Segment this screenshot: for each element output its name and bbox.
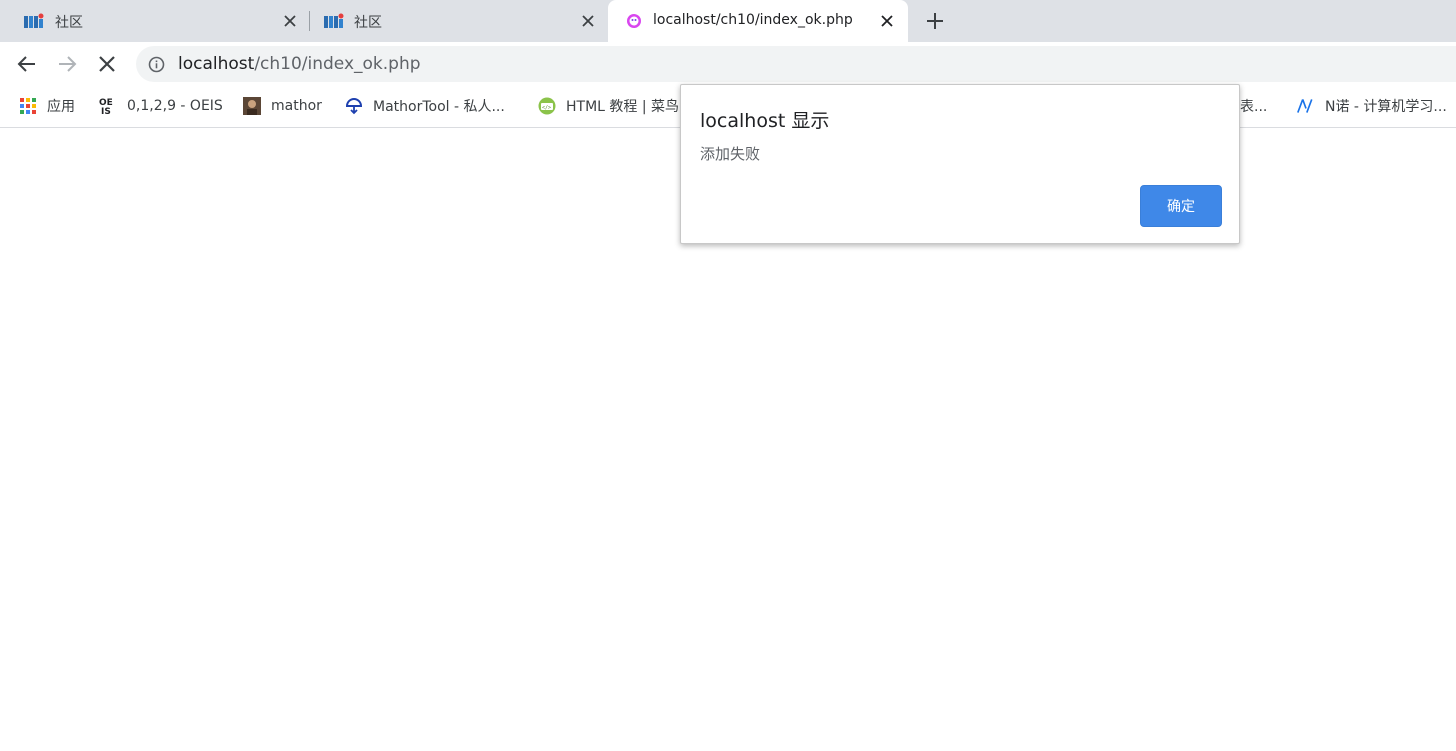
cloud-icon <box>345 98 363 115</box>
bookmark-truncated[interactable]: 表... <box>1240 95 1267 117</box>
alert-dialog: localhost 显示 添加失败 确定 <box>680 84 1240 244</box>
close-icon[interactable] <box>877 11 897 31</box>
stop-loading-icon[interactable] <box>95 52 119 76</box>
info-icon[interactable] <box>148 56 165 73</box>
ok-button[interactable]: 确定 <box>1140 185 1222 227</box>
bookmark-apps[interactable]: 应用 <box>19 95 75 117</box>
bookmark-mathor[interactable]: mathor <box>243 95 322 117</box>
oeis-icon: OE IS <box>99 98 113 115</box>
tab-community-2[interactable]: 社区 <box>308 0 608 42</box>
tab-active-localhost[interactable]: localhost/ch10/index_ok.php <box>608 0 908 42</box>
address-bar[interactable]: localhost/ch10/index_ok.php <box>136 46 1456 82</box>
close-icon[interactable] <box>280 11 300 31</box>
runoob-icon: </> <box>538 97 556 115</box>
tab-community-1[interactable]: 社区 <box>0 0 308 42</box>
nnuo-icon <box>1297 99 1313 113</box>
close-icon[interactable] <box>578 11 598 31</box>
url-host: localhost <box>178 54 255 74</box>
bookmark-label: 表... <box>1240 99 1268 115</box>
tab-title: 社区 <box>354 15 382 31</box>
apps-grid-icon <box>20 98 36 114</box>
dialog-message: 添加失败 <box>700 145 761 163</box>
bookmark-label: 应用 <box>47 99 75 115</box>
community-logo-icon <box>24 13 44 28</box>
community-logo-icon <box>324 13 344 28</box>
url-text[interactable]: localhost/ch10/index_ok.php <box>178 54 421 74</box>
new-tab-plus-icon[interactable] <box>922 8 948 34</box>
page-favicon-icon <box>627 14 641 28</box>
tab-title: localhost/ch10/index_ok.php <box>653 12 853 28</box>
url-path: /ch10/index_ok.php <box>254 54 421 74</box>
avatar-icon <box>243 97 261 115</box>
bookmark-mathortool[interactable]: MathorTool - 私人... <box>345 95 505 117</box>
svg-text:</>: </> <box>542 105 551 111</box>
dialog-title: localhost 显示 <box>700 110 830 132</box>
bookmark-label: N诺 - 计算机学习... <box>1325 99 1447 115</box>
browser-toolbar: localhost/ch10/index_ok.php <box>0 42 1456 86</box>
bookmark-runoob[interactable]: </> HTML 教程 | 菜鸟 <box>538 95 679 117</box>
bookmark-oeis[interactable]: OE IS 0,1,2,9 - OEIS <box>99 95 223 117</box>
svg-text:IS: IS <box>101 107 111 115</box>
tab-strip: 社区 社区 localhost/ch10/index_ok.php <box>0 0 1456 42</box>
back-arrow-icon[interactable] <box>15 52 39 76</box>
bookmark-nnuo[interactable]: N诺 - 计算机学习... <box>1297 95 1447 117</box>
bookmark-label: mathor <box>271 98 322 114</box>
bookmark-label: MathorTool - 私人... <box>373 99 505 115</box>
tab-title: 社区 <box>55 15 83 31</box>
bookmark-label: HTML 教程 | 菜鸟 <box>566 99 680 115</box>
forward-arrow-icon[interactable] <box>55 52 79 76</box>
bookmark-label: 0,1,2,9 - OEIS <box>127 98 223 114</box>
